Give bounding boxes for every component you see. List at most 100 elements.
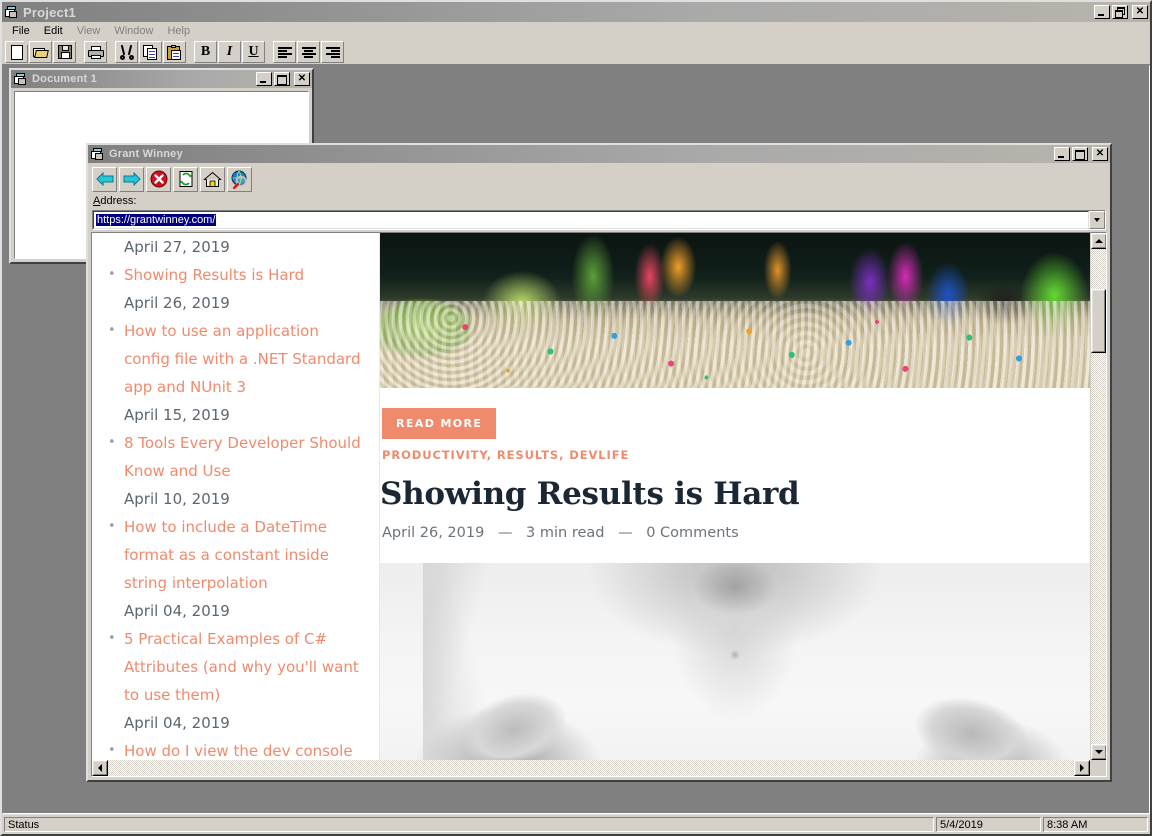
second-post-image[interactable] (380, 563, 1090, 760)
rendered-webpage: April 27, 2019 Showing Results is Hard A… (92, 233, 1090, 760)
hero-aquarium-image[interactable] (380, 233, 1090, 388)
menu-item-window[interactable]: Window (107, 23, 160, 39)
open-folder-icon (33, 46, 49, 58)
document-window-icon (14, 72, 28, 86)
scrollbar-corner (1090, 760, 1106, 776)
forward-button[interactable] (119, 166, 144, 192)
hscroll-track[interactable] (108, 760, 1074, 776)
post-title[interactable]: Showing Results is Hard (380, 476, 1090, 512)
close-button[interactable]: ✕ (1132, 5, 1148, 19)
post-date: April 10, 2019 (124, 490, 230, 508)
address-input[interactable]: https://grantwinney.com/ (96, 214, 217, 226)
list-item: April 04, 2019 (102, 709, 365, 737)
align-right-icon (325, 46, 340, 58)
vscroll-track-below[interactable] (1091, 353, 1106, 744)
mdi-client-area: Document 1 ✕ Grant Winney ✕ Address: htt… (2, 65, 1150, 814)
paste-button[interactable] (163, 41, 186, 63)
browser-minimize-button[interactable] (1054, 147, 1070, 161)
meta-separator: — (618, 525, 633, 541)
menu-item-help[interactable]: Help (160, 23, 197, 39)
copy-button[interactable] (139, 41, 162, 63)
list-item: How to include a DateTime format as a co… (102, 513, 365, 597)
restore-button[interactable] (1112, 5, 1128, 19)
horizontal-scrollbar[interactable] (92, 760, 1106, 776)
floppy-disk-icon (57, 45, 72, 59)
address-label: AAddress:ddress: (93, 195, 137, 207)
clipboard-paste-icon (167, 44, 182, 60)
list-item: April 26, 2019 (102, 289, 365, 317)
list-item: Showing Results is Hard (102, 261, 365, 289)
align-right-button[interactable] (321, 41, 344, 63)
search-button[interactable] (227, 166, 252, 192)
read-more-button[interactable]: READ MORE (382, 408, 497, 439)
browser-window-icon (91, 147, 105, 161)
main-toolbar: B I U (2, 40, 1150, 65)
back-button[interactable] (92, 166, 117, 192)
open-document-button[interactable] (29, 41, 52, 63)
browser-child-window: Grant Winney ✕ Address: https://grantwin… (86, 143, 1112, 782)
post-link[interactable]: How do I view the dev console in my brow… (102, 737, 365, 760)
align-center-button[interactable] (297, 41, 320, 63)
application-title: Project1 (23, 4, 76, 20)
scroll-right-button[interactable] (1074, 760, 1090, 776)
scroll-left-button[interactable] (92, 760, 108, 776)
post-link[interactable]: 8 Tools Every Developer Should Know and … (102, 429, 365, 485)
document-minimize-button[interactable] (256, 72, 272, 86)
vertical-scrollbar[interactable] (1090, 233, 1106, 760)
list-item: 5 Practical Examples of C# Attributes (a… (102, 625, 365, 709)
vscroll-track-above[interactable] (1091, 249, 1106, 289)
address-bar[interactable]: https://grantwinney.com/ (92, 210, 1106, 230)
align-left-icon (277, 46, 292, 58)
document-maximize-button[interactable] (274, 72, 290, 86)
arrow-left-icon (98, 764, 102, 772)
refresh-icon (179, 171, 192, 187)
list-item: How to use an application config file wi… (102, 317, 365, 401)
menu-item-file[interactable]: File (5, 23, 37, 39)
post-tags[interactable]: PRODUCTIVITY, RESULTS, DEVLIFE (382, 448, 1090, 462)
arrow-down-icon (1095, 750, 1103, 754)
menu-item-edit[interactable]: Edit (37, 23, 70, 39)
align-left-button[interactable] (273, 41, 296, 63)
status-text-panel: Status (4, 817, 934, 832)
forward-icon (123, 171, 141, 187)
print-button[interactable] (84, 41, 107, 63)
post-comment-count[interactable]: 0 Comments (646, 525, 738, 541)
scroll-down-button[interactable] (1091, 744, 1106, 760)
underline-button[interactable]: U (242, 41, 265, 63)
post-read-time: 3 min read (526, 525, 605, 541)
refresh-button[interactable] (173, 166, 198, 192)
address-input-wrapper[interactable]: https://grantwinney.com/ (93, 211, 1089, 229)
browser-maximize-button[interactable] (1072, 147, 1088, 161)
website-sidebar: April 27, 2019 Showing Results is Hard A… (92, 233, 380, 760)
browser-toolbar (88, 163, 1110, 195)
post-link[interactable]: Showing Results is Hard (102, 261, 365, 289)
cut-button[interactable] (115, 41, 138, 63)
stop-button[interactable] (146, 166, 171, 192)
home-button[interactable] (200, 166, 225, 192)
underline-icon: U (248, 44, 259, 59)
status-time-panel: 8:38 AM (1043, 817, 1148, 832)
address-dropdown-button[interactable] (1089, 211, 1105, 229)
document-window-title: Document 1 (32, 73, 97, 85)
post-link[interactable]: How to include a DateTime format as a co… (102, 513, 365, 597)
vertical-scroll-thumb[interactable] (1091, 289, 1106, 353)
post-meta-date: April 26, 2019 (382, 525, 485, 541)
document-window-controls: ✕ (254, 72, 310, 86)
post-link[interactable]: 5 Practical Examples of C# Attributes (a… (102, 625, 365, 709)
align-center-icon (301, 46, 316, 58)
chevron-down-icon (1094, 218, 1100, 222)
bold-button[interactable]: B (194, 41, 217, 63)
document-titlebar: Document 1 ✕ (11, 70, 312, 88)
save-document-button[interactable] (53, 41, 76, 63)
post-link[interactable]: How to use an application config file wi… (102, 317, 365, 401)
list-item: April 15, 2019 (102, 401, 365, 429)
document-close-button[interactable]: ✕ (294, 72, 310, 86)
bold-icon: B (200, 44, 211, 59)
browser-close-button[interactable]: ✕ (1092, 147, 1108, 161)
new-document-button[interactable] (5, 41, 28, 63)
menu-item-view[interactable]: View (70, 23, 108, 39)
arrow-right-icon (1080, 764, 1084, 772)
minimize-button[interactable] (1094, 5, 1110, 19)
italic-button[interactable]: I (218, 41, 241, 63)
scroll-up-button[interactable] (1091, 233, 1106, 249)
